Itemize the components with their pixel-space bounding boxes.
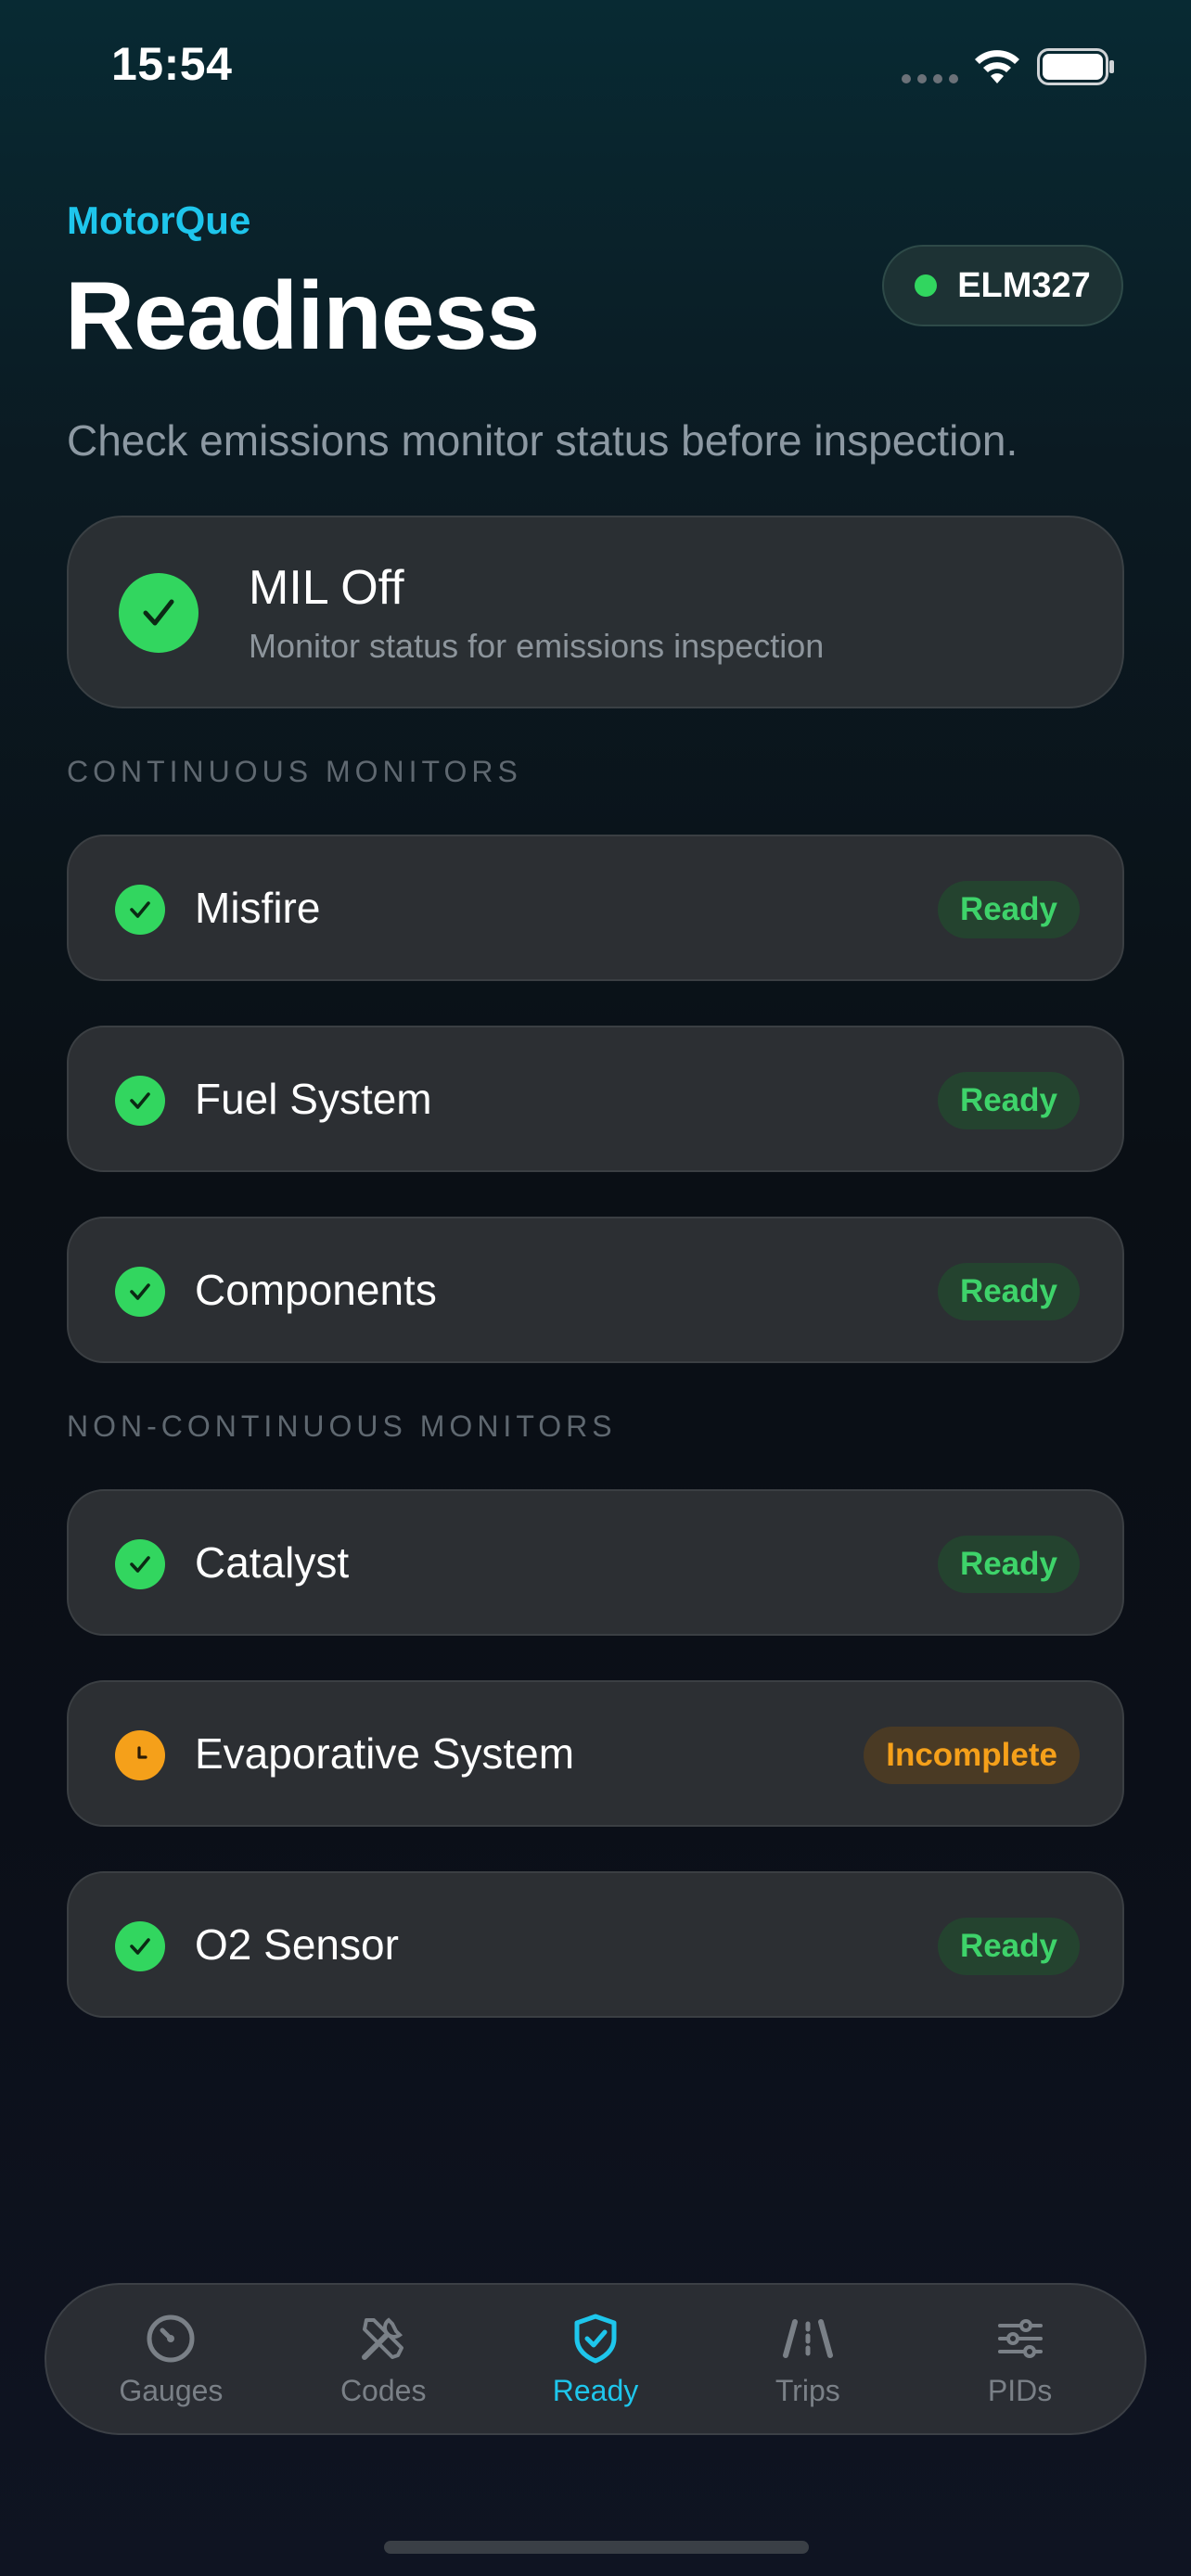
tab-label: Gauges: [119, 2373, 224, 2407]
mil-title: MIL Off: [249, 561, 404, 615]
monitor-row-components[interactable]: Components Ready: [67, 1217, 1124, 1363]
status-badge: Ready: [937, 1918, 1080, 1975]
battery-icon: [1037, 48, 1114, 85]
status-badge: Incomplete: [864, 1727, 1080, 1784]
check-icon: [115, 1921, 165, 1971]
mil-status-card: MIL Off Monitor status for emissions ins…: [67, 516, 1124, 708]
monitor-name: Components: [195, 1266, 437, 1314]
monitor-row-misfire[interactable]: Misfire Ready: [67, 835, 1124, 981]
tab-gauges[interactable]: Gauges: [78, 2311, 263, 2408]
monitor-row-fuel-system[interactable]: Fuel System Ready: [67, 1026, 1124, 1172]
section-label-non-continuous: NON-CONTINUOUS MONITORS: [67, 1409, 617, 1443]
check-icon: [115, 1267, 165, 1317]
monitor-row-evaporative-system[interactable]: Evaporative System Incomplete: [67, 1680, 1124, 1827]
shield-check-icon: [574, 2314, 617, 2363]
status-bar: 15:54: [0, 0, 1191, 139]
tab-label: PIDs: [987, 2373, 1053, 2407]
clock-icon: [115, 1730, 165, 1780]
tab-trips[interactable]: Trips: [715, 2311, 901, 2408]
home-indicator[interactable]: [384, 2541, 809, 2554]
section-label-continuous: CONTINUOUS MONITORS: [67, 755, 522, 788]
wifi-icon: [975, 50, 1019, 83]
check-icon: [119, 573, 198, 653]
connection-dot-icon: [915, 274, 938, 297]
tab-label: Trips: [775, 2373, 840, 2407]
connection-status-button[interactable]: ELM327: [882, 245, 1123, 326]
monitor-name: Catalyst: [195, 1538, 350, 1587]
check-icon: [115, 1539, 165, 1589]
monitor-name: O2 Sensor: [195, 1920, 399, 1969]
sliders-icon: [997, 2318, 1043, 2358]
gauge-icon: [147, 2315, 195, 2362]
status-badge: Ready: [937, 1536, 1080, 1593]
status-badge: Ready: [937, 881, 1080, 938]
tools-icon: [362, 2316, 404, 2360]
status-badge: Ready: [937, 1072, 1080, 1129]
connection-label: ELM327: [957, 265, 1091, 305]
app-brand: MotorQue: [67, 198, 251, 242]
monitor-name: Evaporative System: [195, 1729, 575, 1778]
monitor-name: Misfire: [195, 884, 321, 932]
monitor-name: Fuel System: [195, 1075, 432, 1123]
tab-label: Codes: [339, 2373, 427, 2407]
tab-bar: Gauges Codes Ready Trips PIDs: [45, 2283, 1146, 2435]
tab-codes[interactable]: Codes: [290, 2311, 476, 2408]
tab-label: Ready: [552, 2373, 639, 2407]
monitor-row-o2-sensor[interactable]: O2 Sensor Ready: [67, 1871, 1124, 2018]
monitor-row-catalyst[interactable]: Catalyst Ready: [67, 1489, 1124, 1636]
cellular-signal-icon: [902, 74, 958, 83]
mil-subtitle: Monitor status for emissions inspection: [249, 627, 825, 665]
road-icon: [782, 2318, 833, 2358]
tab-ready[interactable]: Ready: [503, 2311, 688, 2408]
status-badge: Ready: [937, 1263, 1080, 1320]
check-icon: [115, 885, 165, 935]
check-icon: [115, 1076, 165, 1126]
page-title: Readiness: [65, 262, 540, 370]
status-time: 15:54: [111, 38, 233, 90]
page-subtitle: Check emissions monitor status before in…: [67, 416, 1018, 465]
tab-pids[interactable]: PIDs: [928, 2311, 1113, 2408]
